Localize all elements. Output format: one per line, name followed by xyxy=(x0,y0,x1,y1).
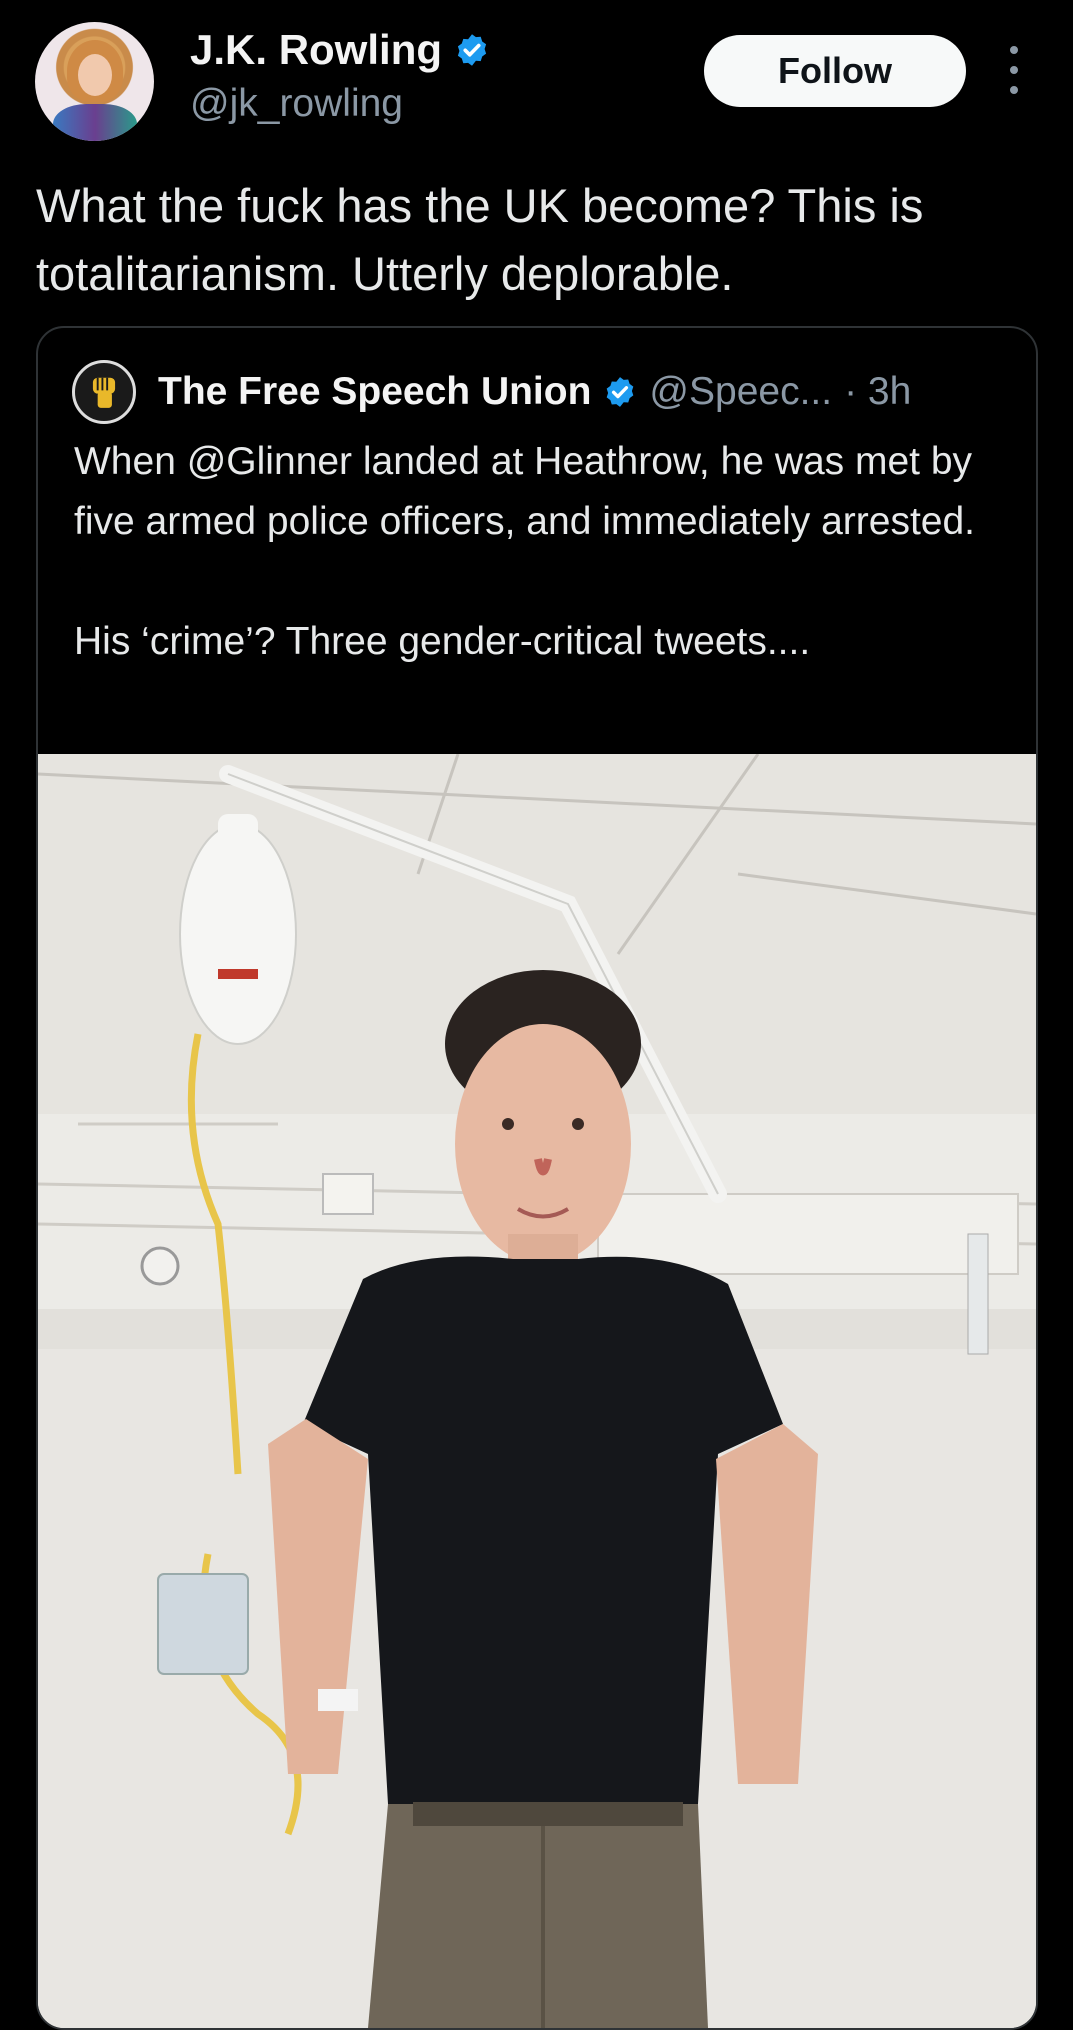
raised-fist-icon[interactable] xyxy=(72,360,136,424)
avatar-body xyxy=(53,104,137,141)
quoted-tweet-card[interactable]: The Free Speech Union @Speec... · 3h Whe… xyxy=(36,326,1038,2030)
author-avatar[interactable] xyxy=(35,22,154,141)
verified-badge-icon xyxy=(607,377,634,407)
quoted-paragraph-2: His ‘crime’? Three gender-critical tweet… xyxy=(74,620,811,663)
man-in-hospital-room-photo[interactable] xyxy=(38,754,1036,2028)
raised-fist-glyph xyxy=(92,377,116,408)
avatar-face xyxy=(78,54,112,96)
quoted-author-name[interactable]: The Free Speech Union xyxy=(158,370,591,414)
photo-illustration xyxy=(38,754,1036,2028)
tweet-text: What the fuck has the UK become? This is… xyxy=(36,179,924,300)
quoted-paragraph-1: When @Glinner landed at Heathrow, he was… xyxy=(74,440,976,543)
more-dot xyxy=(1010,86,1018,94)
follow-button[interactable]: Follow xyxy=(704,35,966,107)
verified-badge-icon xyxy=(457,34,487,66)
author-name[interactable]: J.K. Rowling xyxy=(190,26,442,74)
more-dot xyxy=(1010,46,1018,54)
quoted-author-handle[interactable]: @Speec... xyxy=(649,370,832,414)
quoted-timestamp[interactable]: · 3h xyxy=(844,370,911,414)
author-name-row: J.K. Rowling xyxy=(190,26,490,74)
more-dot xyxy=(1010,66,1018,74)
author-handle[interactable]: @jk_rowling xyxy=(190,82,403,126)
quoted-header: The Free Speech Union @Speec... · 3h xyxy=(72,360,911,424)
quoted-text: When @Glinner landed at Heathrow, he was… xyxy=(74,432,1014,672)
more-options-icon[interactable] xyxy=(1000,46,1028,94)
